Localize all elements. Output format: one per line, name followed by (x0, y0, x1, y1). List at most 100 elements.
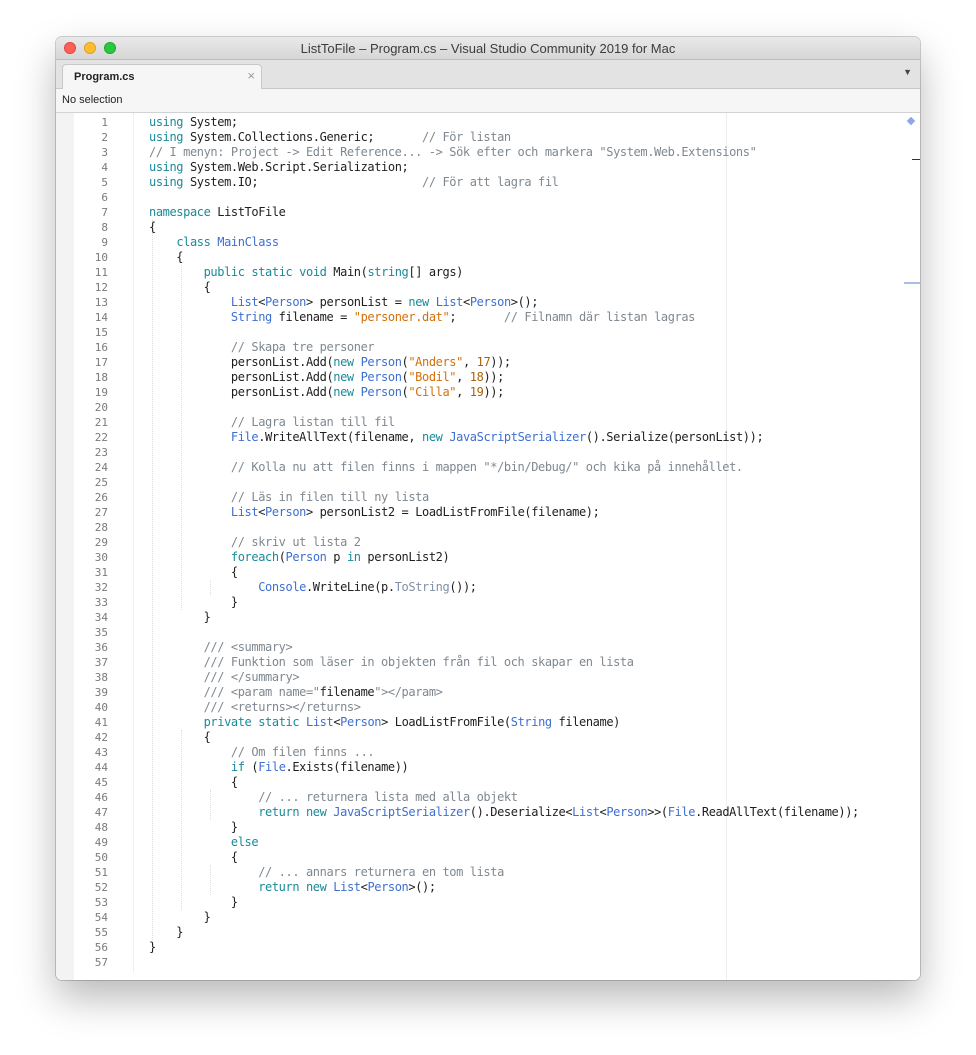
fold-margin-line (133, 113, 134, 973)
overview-ruler-mark (912, 159, 920, 160)
code-line[interactable]: File.WriteAllText(filename, new JavaScri… (149, 430, 859, 445)
line-numbers: 1 2 3 4 5 6 7 8 9 10 11 12 13 14 15 16 17 18 19 20 21 22 23 24 2… (74, 115, 108, 970)
code-token: filename (319, 685, 375, 699)
line-number: 4 (101, 161, 108, 174)
code-line[interactable]: String filename = "personer.dat"; // Fil… (149, 310, 859, 325)
title-bar: ListToFile – Program.cs – Visual Studio … (56, 37, 920, 60)
code-line[interactable]: /// <returns></returns> (149, 700, 859, 715)
line-number: 16 (94, 341, 108, 354)
code-line[interactable]: foreach(Person p in personList2) (149, 550, 859, 565)
code-token: Person (285, 550, 327, 564)
line-number: 38 (94, 671, 108, 684)
code-line[interactable]: public static void Main(string[] args) (149, 265, 859, 280)
code-line[interactable]: if (File.Exists(filename)) (149, 760, 859, 775)
code-line[interactable]: } (149, 895, 859, 910)
code-line[interactable]: /// </summary> (149, 670, 859, 685)
code-line[interactable] (149, 445, 859, 460)
code-line[interactable]: } (149, 610, 859, 625)
code-line[interactable] (149, 520, 859, 535)
code-line[interactable] (149, 400, 859, 415)
code-line[interactable] (149, 475, 859, 490)
code-token: [] args) (408, 265, 463, 279)
code-line[interactable]: return new List<Person>(); (149, 880, 859, 895)
code-line[interactable]: { (149, 280, 859, 295)
code-line[interactable]: class MainClass (149, 235, 859, 250)
code-line[interactable]: List<Person> personList2 = LoadListFromF… (149, 505, 859, 520)
code-line[interactable]: namespace ListToFile (149, 205, 859, 220)
code-line[interactable]: List<Person> personList = new List<Perso… (149, 295, 859, 310)
code-token: using (149, 130, 184, 144)
code-line[interactable]: // ... returnera lista med alla objekt (149, 790, 859, 805)
code-line[interactable]: { (149, 850, 859, 865)
code-token: List (230, 505, 259, 519)
code-line[interactable]: return new JavaScriptSerializer().Deseri… (149, 805, 859, 820)
code-line[interactable]: personList.Add(new Person("Bodil", 18)); (149, 370, 859, 385)
line-number: 26 (94, 491, 108, 504)
code-line[interactable] (149, 955, 859, 970)
tab-program-cs[interactable]: Program.cs × (62, 64, 262, 89)
code-line[interactable]: using System.Collections.Generic; // För… (149, 130, 859, 145)
code-token: System; (183, 115, 238, 129)
code-line[interactable]: Console.WriteLine(p.ToString()); (149, 580, 859, 595)
code-line[interactable]: using System; (149, 115, 859, 130)
code-line[interactable]: /// Funktion som läser in objekten från … (149, 655, 859, 670)
code-token: } (149, 925, 184, 939)
window-title: ListToFile – Program.cs – Visual Studio … (300, 41, 676, 56)
code-line[interactable] (149, 625, 859, 640)
code-line[interactable]: // Kolla nu att filen finns i mappen "*/… (149, 460, 859, 475)
code-line[interactable]: // Lagra listan till fil (149, 415, 859, 430)
code-line[interactable]: else (149, 835, 859, 850)
code-line[interactable]: // skriv ut lista 2 (149, 535, 859, 550)
line-number: 46 (94, 791, 108, 804)
code-text[interactable]: using System; using System.Collections.Ge… (149, 115, 859, 970)
code-token: > personList2 = LoadListFromFile(filenam… (306, 505, 600, 519)
code-token: personList.Add( (149, 370, 334, 384)
code-token: // Lagra listan till fil (230, 415, 395, 429)
code-editor[interactable]: 1 2 3 4 5 6 7 8 9 10 11 12 13 14 15 16 17 18 19 20 21 22 23 24 2… (56, 113, 920, 980)
code-token: // I menyn: Project -> Edit Reference...… (149, 145, 757, 159)
line-number: 11 (94, 266, 108, 279)
code-line[interactable]: } (149, 925, 859, 940)
tab-list-dropdown-icon[interactable]: ▼ (903, 67, 912, 77)
code-token: p (326, 550, 347, 564)
line-number: 35 (94, 626, 108, 639)
code-line[interactable]: // Läs in filen till ny lista (149, 490, 859, 505)
code-line[interactable]: { (149, 250, 859, 265)
code-line[interactable]: /// <param name="filename"></param> (149, 685, 859, 700)
selection-breadcrumb[interactable]: No selection (62, 94, 123, 106)
code-line[interactable]: { (149, 730, 859, 745)
code-line[interactable] (149, 325, 859, 340)
code-token: JavaScriptSerializer (449, 430, 586, 444)
code-line[interactable]: { (149, 565, 859, 580)
code-line[interactable]: } (149, 910, 859, 925)
code-token: >(); (408, 880, 436, 894)
code-line[interactable]: { (149, 775, 859, 790)
line-number: 29 (94, 536, 108, 549)
code-token: // För att lagra fil (422, 175, 559, 189)
code-token: 19 (469, 385, 484, 399)
code-line[interactable]: // I menyn: Project -> Edit Reference...… (149, 145, 859, 160)
code-line[interactable] (149, 190, 859, 205)
scrollbar-position-mark[interactable] (904, 282, 920, 284)
code-line[interactable]: // ... annars returnera en tom lista (149, 865, 859, 880)
code-line[interactable]: using System.Web.Script.Serialization; (149, 160, 859, 175)
code-line[interactable]: personList.Add(new Person("Anders", 17))… (149, 355, 859, 370)
code-token: System.IO; (183, 175, 422, 189)
code-line[interactable]: } (149, 595, 859, 610)
line-number: 25 (94, 476, 108, 489)
code-line[interactable]: // Skapa tre personer (149, 340, 859, 355)
code-token: , (456, 385, 470, 399)
code-line[interactable]: private static List<Person> LoadListFrom… (149, 715, 859, 730)
code-line[interactable]: // Om filen finns ... (149, 745, 859, 760)
close-tab-icon[interactable]: × (247, 68, 255, 83)
code-line[interactable]: personList.Add(new Person("Cilla", 19)); (149, 385, 859, 400)
code-token: MainClass (217, 235, 279, 249)
code-line[interactable]: } (149, 820, 859, 835)
code-line[interactable]: /// <summary> (149, 640, 859, 655)
code-line[interactable]: } (149, 940, 859, 955)
code-line[interactable]: { (149, 220, 859, 235)
bookmark-marker-icon[interactable] (906, 116, 916, 126)
code-line[interactable]: using System.IO; // För att lagra fil (149, 175, 859, 190)
